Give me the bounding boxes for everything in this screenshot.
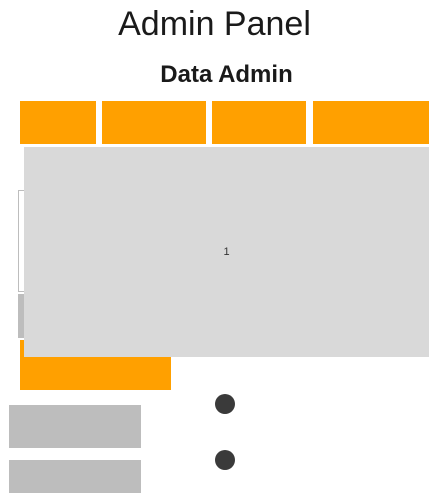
tab-3[interactable]	[212, 101, 306, 144]
overlay-label: 1	[223, 246, 230, 258]
tab-2[interactable]	[102, 101, 206, 144]
gray-button-1[interactable]	[9, 405, 141, 448]
radio-dot-1[interactable]	[215, 394, 235, 414]
tab-4[interactable]	[313, 101, 429, 144]
overlay-panel[interactable]: 1	[24, 147, 429, 357]
page-title: Admin Panel	[118, 5, 311, 43]
gray-button-2[interactable]	[9, 460, 141, 493]
radio-dot-2[interactable]	[215, 450, 235, 470]
tab-1[interactable]	[20, 101, 96, 144]
page-subtitle: Data Admin	[160, 61, 293, 88]
